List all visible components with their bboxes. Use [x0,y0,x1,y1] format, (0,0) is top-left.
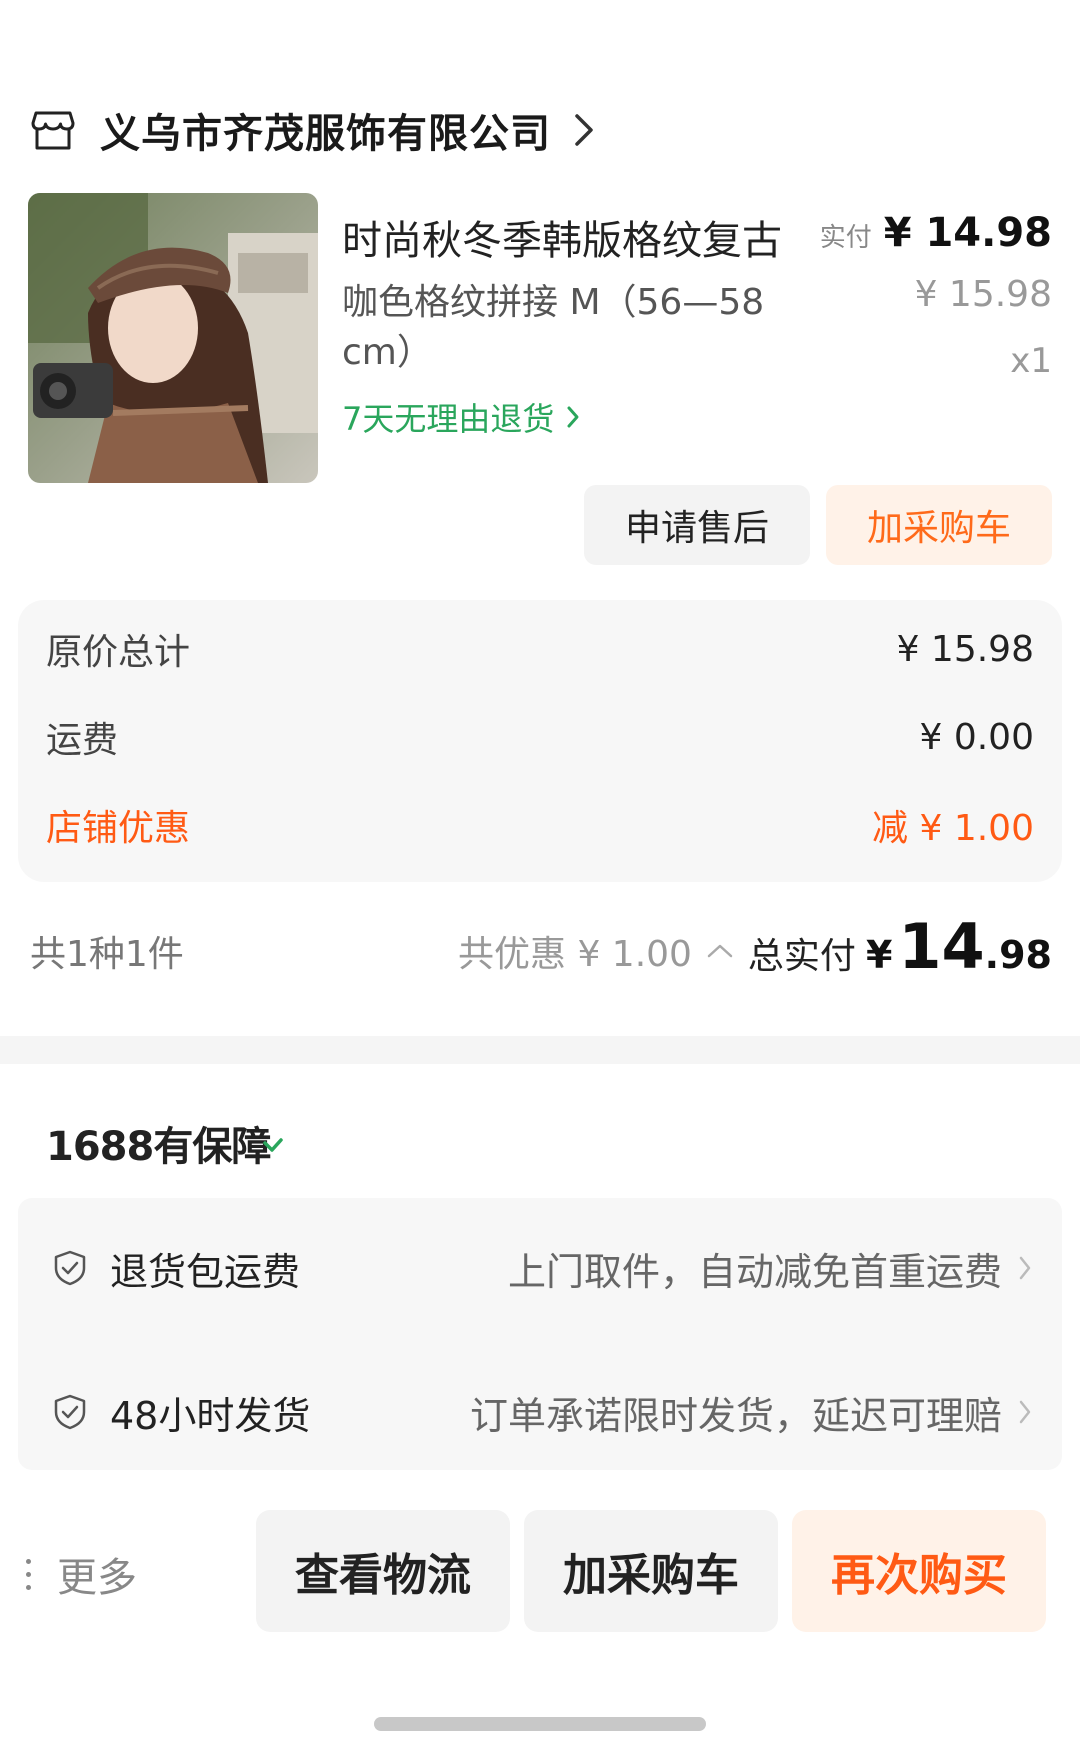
guarantee-item-48h-shipping[interactable]: 48小时发货 订单承诺限时发货，延迟可理赔 [52,1382,1032,1442]
paid-price: ¥ 14.98 [883,210,1052,256]
more-button[interactable]: 更多 [26,1545,137,1603]
chevron-right-icon [567,406,579,428]
guarantee-item-return-shipping[interactable]: 退货包运费 上门取件，自动减免首重运费 [52,1238,1032,1298]
paid-label: 实付 [819,223,872,253]
total-paid-label: 总实付 [747,936,856,977]
total-savings-label: 共优惠 ¥ 1.00 [458,934,692,975]
shipping-row: 运费 ¥ 0.00 [46,712,1034,762]
total-decimal: .98 [984,933,1052,977]
guarantee-desc: 订单承诺限时发货，延迟可理赔 [469,1393,1002,1438]
item-count: 共1种1件 [30,934,184,975]
price-summary-card: 原价总计 ¥ 15.98 运费 ¥ 0.00 店铺优惠 减 ¥ 1.00 [18,600,1062,882]
product-image[interactable] [28,193,318,483]
guarantee-title-text: 1688有保障 [46,1124,271,1170]
view-logistics-button[interactable]: 查看物流 [256,1510,510,1632]
shipping-label: 运费 [46,720,119,761]
total-currency: ¥ [865,933,893,977]
guarantee-name: 退货包运费 [110,1249,301,1294]
store-discount-row: 店铺优惠 减 ¥ 1.00 [46,800,1034,850]
guarantee-name: 48小时发货 [110,1393,311,1438]
more-dots-icon [26,1558,31,1590]
shipping-value: ¥ 0.00 [919,716,1034,758]
add-to-cart-button[interactable]: 加采购车 [826,485,1052,565]
chevron-right-icon [575,114,593,146]
shield-check-icon [54,1250,86,1286]
return-policy-label: 7天无理由退货 [342,400,555,438]
after-sale-button[interactable]: 申请售后 [584,485,810,565]
original-price: ¥ 15.98 [914,274,1052,315]
original-total-row: 原价总计 ¥ 15.98 [46,624,1034,674]
product-spec: 咖色格纹拼接 M（56—58 cm） [342,282,765,373]
order-detail-page: 义乌市齐茂服饰有限公司 时尚秋冬季韩版格纹复古 咖色格纹拼接 M（56—58 c… [0,0,1080,1749]
store-header[interactable]: 义乌市齐茂服饰有限公司 [30,100,595,160]
guarantee-title: 1688有保障 [46,1114,284,1172]
price-box: 实付 ¥ 14.98 ¥ 15.98 x1 [820,210,1052,381]
home-indicator[interactable] [374,1717,706,1731]
total-savings-toggle[interactable]: 共优惠 ¥ 1.00 [458,925,734,977]
guarantee-card: 退货包运费 上门取件，自动减免首重运费 48小时发货 订单承诺限时发货，延迟可理… [18,1198,1062,1470]
store-icon [31,111,75,150]
chevron-up-icon [707,944,733,958]
original-total-value: ¥ 15.98 [896,628,1034,670]
section-divider [0,1036,1080,1064]
chevron-right-icon [1019,1256,1031,1280]
more-label: 更多 [57,1555,137,1601]
guarantee-desc: 上门取件，自动减免首重运费 [507,1249,1002,1294]
buy-again-button[interactable]: 再次购买 [792,1510,1046,1632]
product-title[interactable]: 时尚秋冬季韩版格纹复古 [342,208,822,266]
add-to-cart-bottom-button[interactable]: 加采购车 [524,1510,778,1632]
return-policy-link[interactable]: 7天无理由退货 [342,394,580,440]
store-discount-value: 减 ¥ 1.00 [872,808,1034,849]
quantity: x1 [1010,341,1052,381]
store-discount-label: 店铺优惠 [46,808,191,849]
shield-check-icon [54,1394,86,1430]
original-total-label: 原价总计 [46,632,191,673]
chevron-right-icon [1019,1400,1031,1424]
store-name: 义乌市齐茂服饰有限公司 [100,111,551,157]
total-paid: 总实付 ¥ 14 .98 [748,910,1052,983]
total-integer: 14 [898,910,985,983]
check-icon [263,1138,284,1152]
